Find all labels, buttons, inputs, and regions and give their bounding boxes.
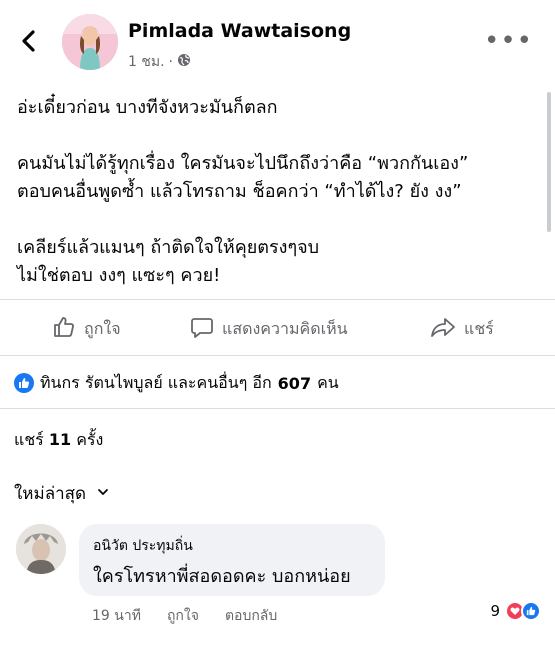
comment-time[interactable]: 19 นาที [92, 605, 141, 627]
commenter-avatar[interactable] [16, 524, 66, 574]
commenter-name[interactable]: อนิวัต ประทุมถิ่น [93, 535, 193, 557]
post-line: คนมันไม่ได้รู้ทุกเรื่อง ใครมันจะไปนึกถึง… [17, 153, 469, 174]
comment-label: แสดงความคิดเห็น [222, 318, 348, 338]
author-avatar[interactable] [62, 14, 118, 70]
shares-prefix: แชร์ [14, 430, 44, 449]
like-reaction-icon [14, 373, 34, 393]
thumbs-up-icon [52, 315, 76, 343]
post-line: ไม่ใช่ตอบ งงๆ แซะๆ ควย! [17, 265, 221, 286]
post-time[interactable]: 1 ชม. [128, 51, 165, 73]
comment-button[interactable]: แสดงความคิดเห็น [190, 304, 348, 354]
comment-meta: 19 นาที ถูกใจ ตอบกลับ [92, 605, 277, 627]
meta-separator: · [168, 54, 173, 70]
comment-reply-button[interactable]: ตอบกลับ [225, 605, 277, 627]
post-line: ตอบคนอื่นพูดซ้ำ แล้วโทรถาม ช็อคกว่า “ทำไ… [17, 181, 462, 202]
post-header: Pimlada Wawtaisong 1 ชม. · ••• [0, 0, 555, 82]
back-arrow-icon[interactable] [14, 26, 44, 56]
comment-reaction-count: 9 [490, 602, 500, 620]
comment-bubble[interactable]: อนิวัต ประทุมถิ่น ใครโทรหาพี่สอดอดคะ บอก… [79, 524, 385, 596]
shares-suffix: ครั้ง [76, 430, 104, 449]
comment-reactions[interactable]: 9 [490, 601, 541, 621]
chevron-down-icon [96, 484, 110, 504]
post-actions: ถูกใจ แสดงความคิดเห็น แชร์ [0, 304, 555, 354]
post-body: อ่ะเดี๋ยวก่อน บางทีจังหวะมันก็ตลก คนมันไ… [17, 94, 537, 290]
comment-like-button[interactable]: ถูกใจ [167, 605, 199, 627]
reactions-unit: คน [317, 372, 339, 392]
comment-text: ใครโทรหาพี่สอดอดคะ บอกหน่อย [93, 566, 351, 587]
post-line: เคลียร์แล้วแมนๆ ถ้าติดใจให้คุยตรงๆจบ [17, 237, 320, 258]
divider [0, 408, 555, 409]
sort-label: ใหม่ล่าสุด [14, 484, 87, 504]
share-label: แชร์ [464, 318, 494, 338]
like-reaction-icon [521, 601, 541, 621]
share-arrow-icon [430, 315, 456, 343]
author-name[interactable]: Pimlada Wawtaisong [128, 20, 351, 42]
share-button[interactable]: แชร์ [430, 304, 494, 354]
like-button[interactable]: ถูกใจ [52, 304, 121, 354]
post-line: อ่ะเดี๋ยวก่อน บางทีจังหวะมันก็ตลก [17, 97, 278, 118]
reactions-count: 607 [277, 373, 312, 393]
globe-icon [177, 53, 191, 71]
reactions-summary[interactable]: ทินกร รัตนไพบูลย์ และคนอื่นๆ อีก 607 คน [14, 370, 339, 396]
scrollbar[interactable] [547, 92, 551, 232]
like-label: ถูกใจ [84, 318, 121, 338]
divider [0, 299, 555, 300]
comment-bubble-icon [190, 315, 214, 343]
reactions-text: ทินกร รัตนไพบูลย์ และคนอื่นๆ อีก [40, 372, 272, 392]
post-meta: 1 ชม. · [128, 51, 191, 73]
more-options-button[interactable]: ••• [484, 28, 533, 54]
shares-number: 11 [48, 430, 72, 449]
comment-sort-dropdown[interactable]: ใหม่ล่าสุด [14, 480, 110, 507]
divider [0, 355, 555, 356]
shares-count[interactable]: แชร์ 11 ครั้ง [14, 428, 103, 453]
